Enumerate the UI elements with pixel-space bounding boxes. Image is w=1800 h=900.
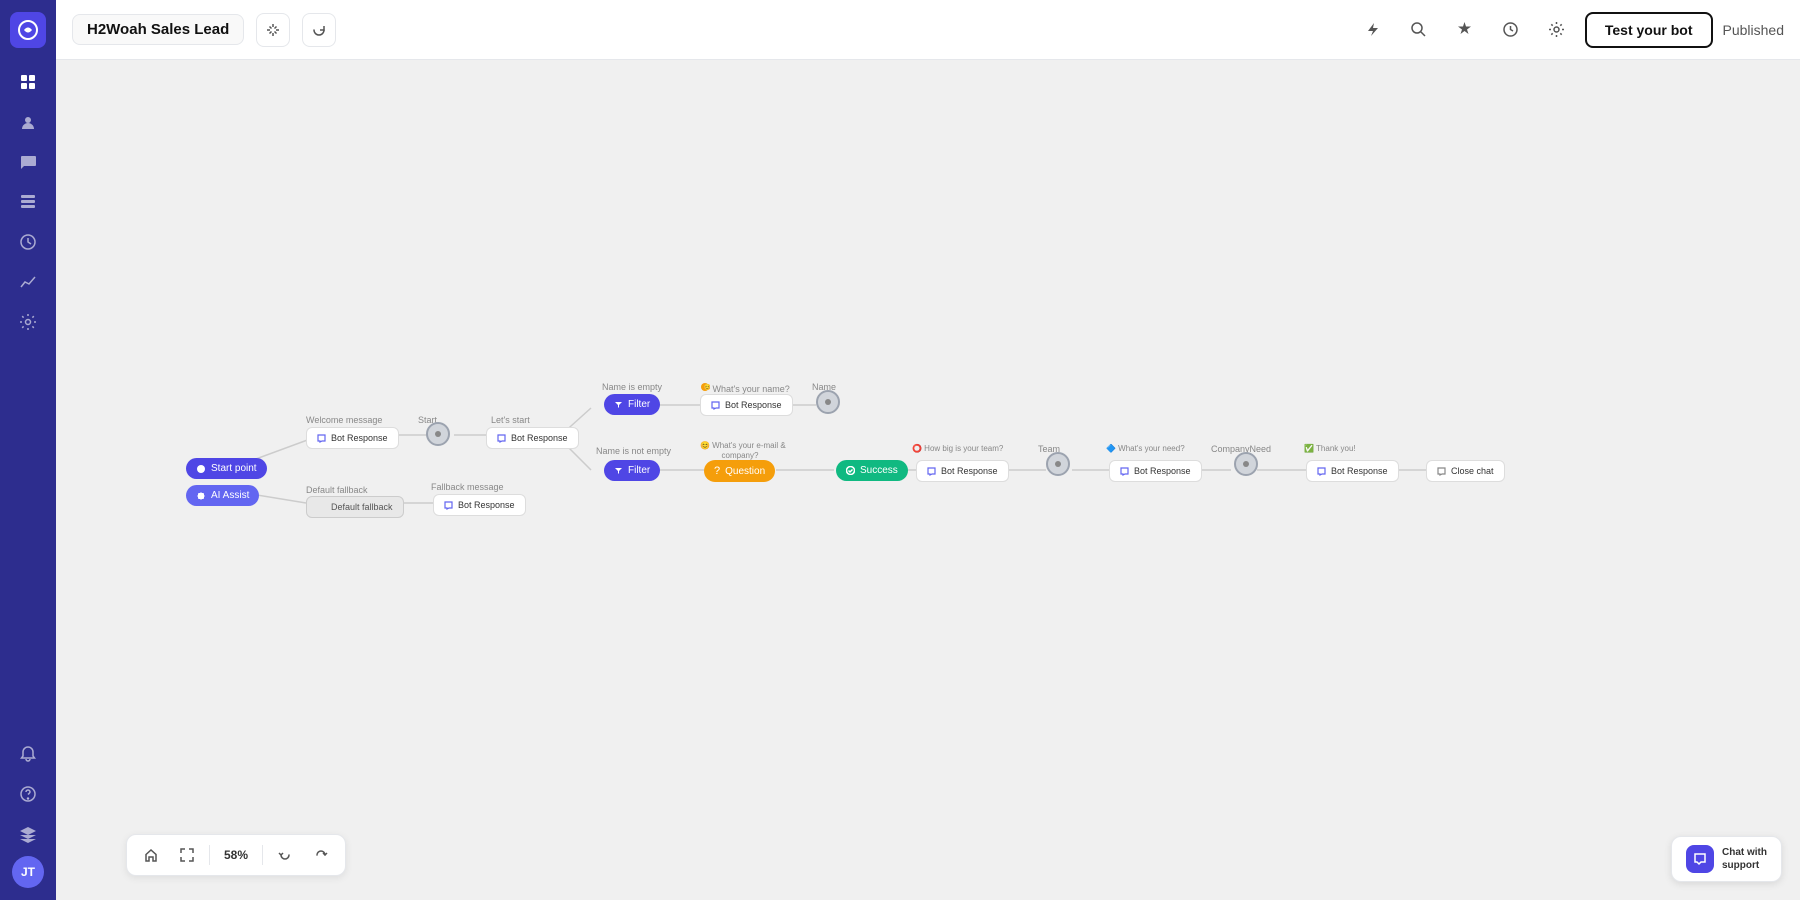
published-status: Published [1723, 22, 1785, 38]
node-close-chat[interactable]: Close chat [1426, 460, 1505, 482]
toolbar-divider-2 [262, 845, 263, 865]
auto-arrange-button[interactable] [256, 13, 290, 47]
node-default-fallback-label: Default fallback [331, 502, 393, 512]
settings-button[interactable] [1539, 12, 1575, 48]
node-fallback-bot-response[interactable]: Bot Response [433, 494, 526, 516]
main-content: H2Woah Sales Lead [56, 0, 1800, 900]
header-actions: Test your bot Published [1355, 12, 1784, 48]
header: H2Woah Sales Lead [56, 0, 1800, 60]
chat-support-icon [1686, 845, 1714, 873]
sidebar-item-analytics[interactable] [10, 264, 46, 300]
node-start-point[interactable]: Start point [186, 458, 267, 479]
home-view-button[interactable] [137, 841, 165, 869]
welcome-message-label: Welcome message [306, 415, 382, 425]
sidebar-item-contacts[interactable] [10, 104, 46, 140]
sidebar: JT [0, 0, 56, 900]
email-label: 😊 What's your e-mail &company? [700, 440, 780, 460]
chat-support-button[interactable]: Chat withsupport [1671, 836, 1782, 882]
node-name-bot-response[interactable]: Bot Response [700, 394, 793, 416]
lets-start-label-above: Let's start [491, 415, 530, 425]
user-avatar[interactable]: JT [12, 856, 44, 888]
node-lets-start-bot-response-label: Bot Response [511, 433, 568, 443]
node-welcome-bot-response-label: Bot Response [331, 433, 388, 443]
fallback-message-label: Fallback message [431, 482, 504, 492]
sidebar-item-conversations[interactable] [10, 144, 46, 180]
sidebar-item-history[interactable] [10, 224, 46, 260]
ai-button[interactable] [1447, 12, 1483, 48]
bottom-toolbar: 58% [126, 834, 346, 876]
undo-button[interactable] [271, 841, 299, 869]
sidebar-item-dashboard[interactable] [10, 64, 46, 100]
test-bot-button[interactable]: Test your bot [1585, 12, 1713, 48]
how-big-team-label: ⭕ How big is your team? [912, 444, 1003, 453]
name-empty-label: Name is empty [602, 382, 662, 392]
page-title: H2Woah Sales Lead [72, 14, 244, 45]
search-button[interactable] [1401, 12, 1437, 48]
app-logo[interactable] [10, 12, 46, 48]
whats-your-need-label: 🔷 What's your need? [1106, 444, 1185, 453]
whats-your-name-label: 😊 What's your name? [700, 382, 790, 394]
refresh-button[interactable] [302, 13, 336, 47]
name-not-empty-label: Name is not empty [596, 446, 671, 456]
sidebar-bottom: JT [10, 736, 46, 888]
history-button[interactable] [1493, 12, 1529, 48]
fit-view-button[interactable] [173, 841, 201, 869]
sidebar-item-academy[interactable] [10, 816, 46, 852]
node-start-connector[interactable] [426, 422, 450, 446]
node-success[interactable]: Success [836, 460, 908, 481]
zoom-level: 58% [218, 848, 254, 862]
node-close-chat-label: Close chat [1451, 466, 1494, 476]
toolbar-divider-1 [209, 845, 210, 865]
node-welcome-bot-response[interactable]: Bot Response [306, 427, 399, 449]
node-ai-assist[interactable]: AI Assist [186, 485, 259, 506]
node-question[interactable]: ? Question [704, 460, 775, 482]
thankyou-label: ✅ Thank you! [1304, 444, 1356, 453]
node-name-connector[interactable] [816, 390, 840, 414]
node-filter-name-empty-label: Filter [628, 399, 650, 410]
node-name-bot-response-label: Bot Response [725, 400, 782, 410]
sidebar-item-help[interactable] [10, 776, 46, 812]
lightning-button[interactable] [1355, 12, 1391, 48]
node-team-bot-response-label: Bot Response [941, 466, 998, 476]
flow-canvas[interactable]: Start point AI Assist Default fallback D… [56, 60, 1800, 900]
node-default-fallback-label-above: Default fallback [306, 485, 368, 495]
sidebar-item-settings[interactable] [10, 304, 46, 340]
node-thankyou-bot-response[interactable]: Bot Response [1306, 460, 1399, 482]
node-filter-name-not-empty[interactable]: Filter [604, 460, 660, 481]
node-filter-name-not-empty-label: Filter [628, 465, 650, 476]
node-ai-assist-label: AI Assist [211, 490, 249, 501]
node-lets-start-bot-response[interactable]: Bot Response [486, 427, 579, 449]
node-thankyou-bot-response-label: Bot Response [1331, 466, 1388, 476]
node-filter-name-empty[interactable]: Filter [604, 394, 660, 415]
svg-text:😊: 😊 [704, 383, 711, 391]
node-fallback-bot-response-label: Bot Response [458, 500, 515, 510]
sidebar-item-notifications[interactable] [10, 736, 46, 772]
sidebar-item-data[interactable] [10, 184, 46, 220]
flow-diagram: Start point AI Assist Default fallback D… [56, 60, 1800, 900]
chat-support-label: Chat withsupport [1722, 846, 1767, 872]
node-need-bot-response-label: Bot Response [1134, 466, 1191, 476]
node-team-bot-response[interactable]: Bot Response [916, 460, 1009, 482]
node-need-bot-response[interactable]: Bot Response [1109, 460, 1202, 482]
node-company-need-connector[interactable] [1234, 452, 1258, 476]
node-default-fallback[interactable]: Default fallback [306, 496, 404, 518]
node-team-connector[interactable] [1046, 452, 1070, 476]
node-start-point-label: Start point [211, 463, 257, 474]
node-success-label: Success [860, 465, 898, 476]
node-question-label: Question [725, 466, 765, 477]
redo-button[interactable] [307, 841, 335, 869]
